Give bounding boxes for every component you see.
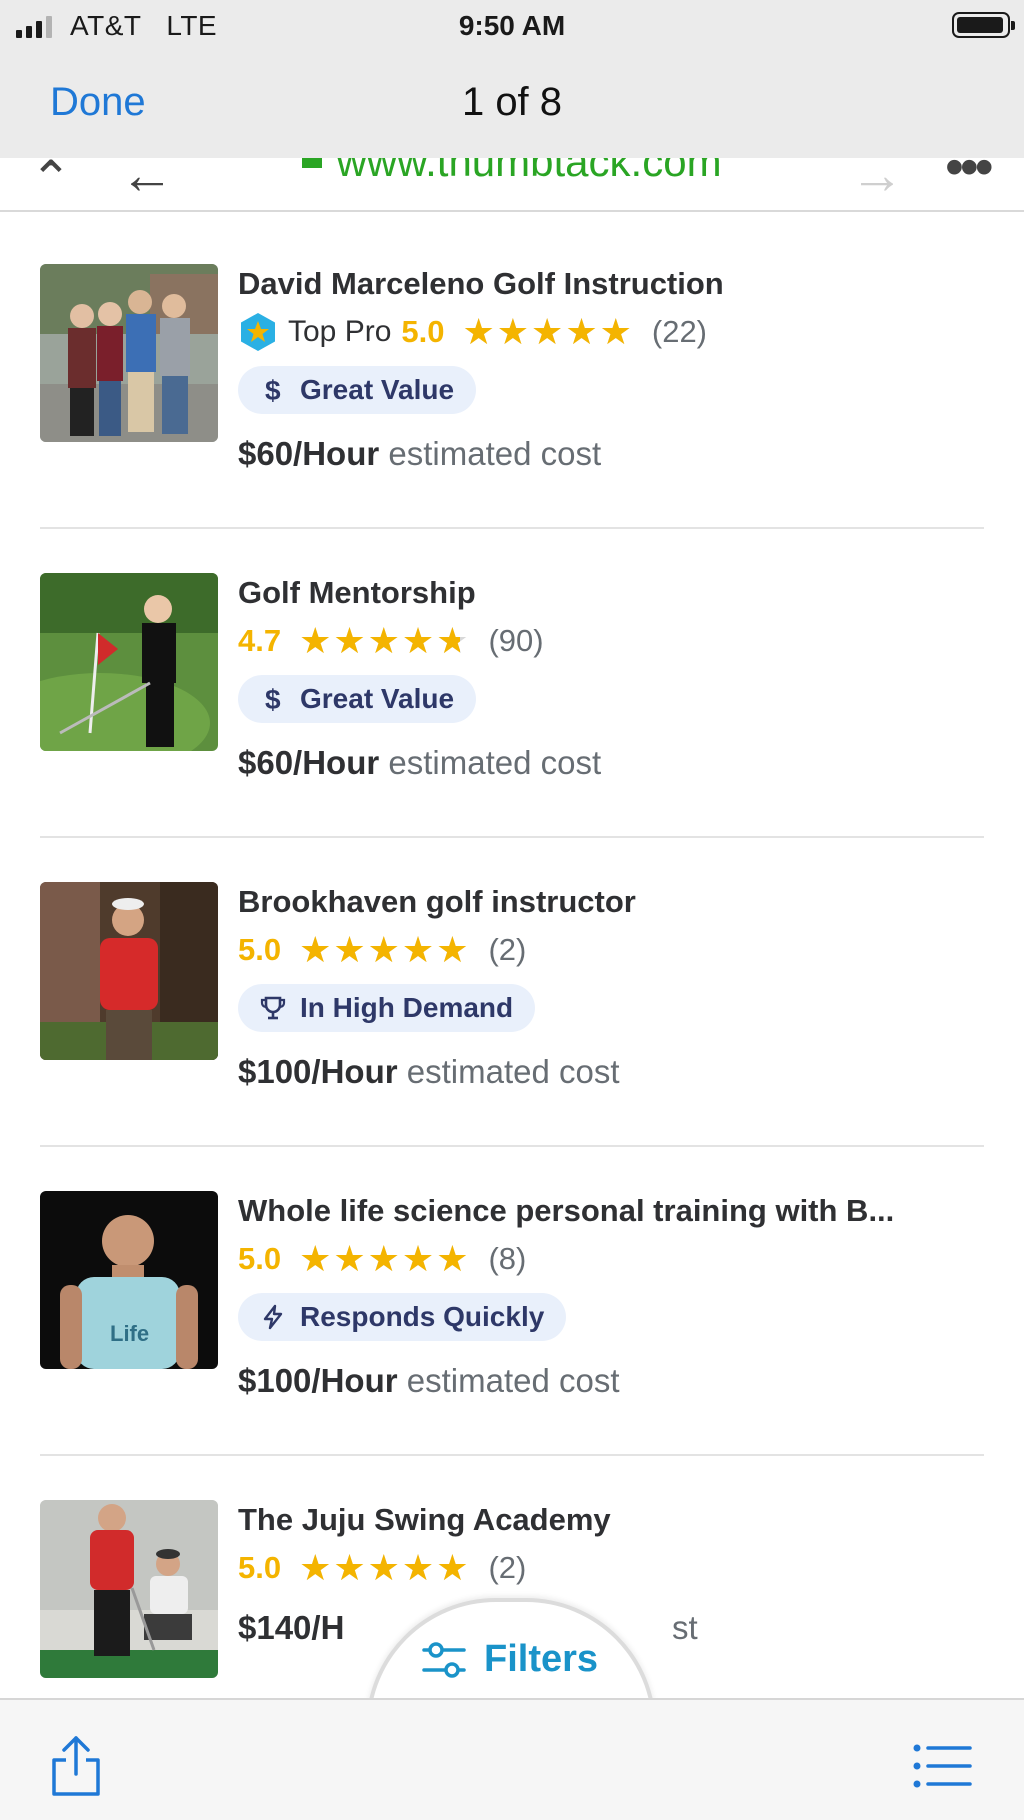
review-count: (90)	[488, 623, 544, 658]
pro-card[interactable]: Brookhaven golf instructor 5.0 ★★★★★ ★★★★…	[40, 838, 984, 1147]
price: $100/Hour	[238, 1362, 398, 1399]
review-count: (2)	[488, 1550, 527, 1585]
price: $100/Hour	[238, 1053, 398, 1090]
price-row: $60/Hour estimated cost	[238, 434, 984, 474]
share-icon[interactable]	[46, 1734, 106, 1798]
review-count: (8)	[488, 1241, 527, 1276]
more-icon[interactable]: •••	[945, 158, 994, 198]
badge-label: In High Demand	[300, 992, 514, 1023]
dollar-icon: $	[265, 686, 281, 712]
price: $140/H	[238, 1609, 345, 1646]
rating-score: 4.7	[238, 623, 282, 658]
pro-name[interactable]: Whole life science personal training wit…	[238, 1191, 984, 1231]
bottom-toolbar	[0, 1698, 1024, 1820]
pro-info: Golf Mentorship 4.7 ★★★★★ ★★★★★ (90) $ Gr…	[238, 573, 984, 783]
star-rating-icon: ★★★★★ ★★★★★	[299, 1238, 471, 1279]
pro-name[interactable]: The Juju Swing Academy	[238, 1500, 984, 1540]
star-rating-icon: ★★★★★ ★★★★★	[462, 311, 634, 352]
sliders-icon	[422, 1641, 466, 1678]
page-counter: 1 of 8	[461, 80, 563, 124]
done-button[interactable]: Done	[50, 80, 146, 125]
price-suffix: estimated cost	[388, 435, 602, 472]
badge-great-value: $ Great Value	[238, 366, 477, 414]
badge-in-high-demand: In High Demand	[238, 984, 536, 1032]
star-rating-icon: ★★★★★ ★★★★★	[299, 929, 471, 970]
pro-info: Whole life science personal training wit…	[238, 1191, 984, 1401]
rating-score: 5.0	[238, 932, 282, 967]
svg-text:$: $	[265, 377, 281, 403]
secure-lock-icon	[302, 158, 323, 168]
review-count: (2)	[488, 932, 527, 967]
price: $60/Hour	[238, 435, 380, 472]
filters-content: Filters	[422, 1638, 598, 1681]
pro-info: Brookhaven golf instructor 5.0 ★★★★★ ★★★★…	[238, 882, 984, 1092]
rating-row: 4.7 ★★★★★ ★★★★★ (90)	[238, 615, 984, 667]
rating-row: Top Pro 5.0 ★★★★★ ★★★★★ (22)	[238, 306, 984, 358]
top-bar: AT&T LTE 9:50 AM Done 1 of 8	[0, 0, 1024, 158]
price-suffix: estimated cost	[406, 1362, 620, 1399]
top-pro-label: Top Pro	[288, 315, 392, 348]
price-row: $100/Hour estimated cost	[238, 1052, 984, 1092]
price-suffix: estimated cost	[388, 744, 602, 781]
rating-row: 5.0 ★★★★★ ★★★★★ (8)	[238, 1233, 984, 1285]
rating-score: 5.0	[401, 314, 445, 349]
pro-card[interactable]: Life Whole life science personal trainin…	[40, 1147, 984, 1456]
list-icon[interactable]	[912, 1742, 972, 1790]
price-suffix: st	[672, 1609, 698, 1646]
pro-photo[interactable]	[40, 264, 218, 442]
browser-toolbar: ⌃ ← www.thumbtack.com → •••	[0, 158, 1024, 212]
price: $60/Hour	[238, 744, 380, 781]
pro-card[interactable]: David Marceleno Golf Instruction Top Pro…	[40, 220, 984, 529]
badge-label: Responds Quickly	[300, 1301, 545, 1332]
pro-info: The Juju Swing Academy 5.0 ★★★★★ ★★★★★ (2…	[238, 1500, 984, 1648]
top-pro-badge-icon	[241, 313, 275, 351]
clock: 9:50 AM	[458, 10, 566, 41]
star-rating-icon: ★★★★★ ★★★★★	[299, 620, 471, 661]
lightning-icon	[263, 1304, 283, 1330]
pro-name[interactable]: Golf Mentorship	[238, 573, 984, 613]
badge-responds-quickly: Responds Quickly	[238, 1293, 567, 1341]
forward-arrow-icon[interactable]: →	[850, 158, 904, 206]
pro-info: David Marceleno Golf Instruction Top Pro…	[238, 264, 984, 474]
rating-score: 5.0	[238, 1550, 282, 1585]
rating-row: 5.0 ★★★★★ ★★★★★ (2)	[238, 924, 984, 976]
badge-great-value: $ Great Value	[238, 675, 477, 723]
star-rating-icon: ★★★★★ ★★★★★	[299, 1547, 471, 1588]
trophy-icon	[260, 996, 286, 1020]
badge-label: Great Value	[300, 374, 455, 405]
pro-photo[interactable]	[40, 1500, 218, 1678]
pro-photo[interactable]	[40, 882, 218, 1060]
battery-icon	[952, 12, 1015, 38]
filters-label: Filters	[484, 1638, 599, 1680]
navigation-row: Done 1 of 8	[0, 70, 1024, 140]
svg-text:$: $	[265, 686, 281, 712]
pro-card[interactable]: Golf Mentorship 4.7 ★★★★★ ★★★★★ (90) $ Gr…	[40, 529, 984, 838]
price-suffix: estimated cost	[406, 1053, 620, 1090]
pro-name[interactable]: Brookhaven golf instructor	[238, 882, 984, 922]
pro-photo[interactable]	[40, 573, 218, 751]
dollar-icon: $	[265, 377, 281, 403]
badge-label: Great Value	[300, 683, 455, 714]
url-text: www.thumbtack.com	[336, 158, 722, 185]
status-bar: AT&T LTE 9:50 AM	[0, 0, 1024, 52]
pro-name[interactable]: David Marceleno Golf Instruction	[238, 264, 984, 304]
review-count: (22)	[651, 314, 708, 349]
svg-text:Life: Life	[110, 1321, 149, 1346]
rating-score: 5.0	[238, 1241, 282, 1276]
rating-row: 5.0 ★★★★★ ★★★★★ (2)	[238, 1542, 984, 1594]
price-row: $60/Hour estimated cost	[238, 743, 984, 783]
pro-photo[interactable]: Life	[40, 1191, 218, 1369]
price-row: $100/Hour estimated cost	[238, 1361, 984, 1401]
